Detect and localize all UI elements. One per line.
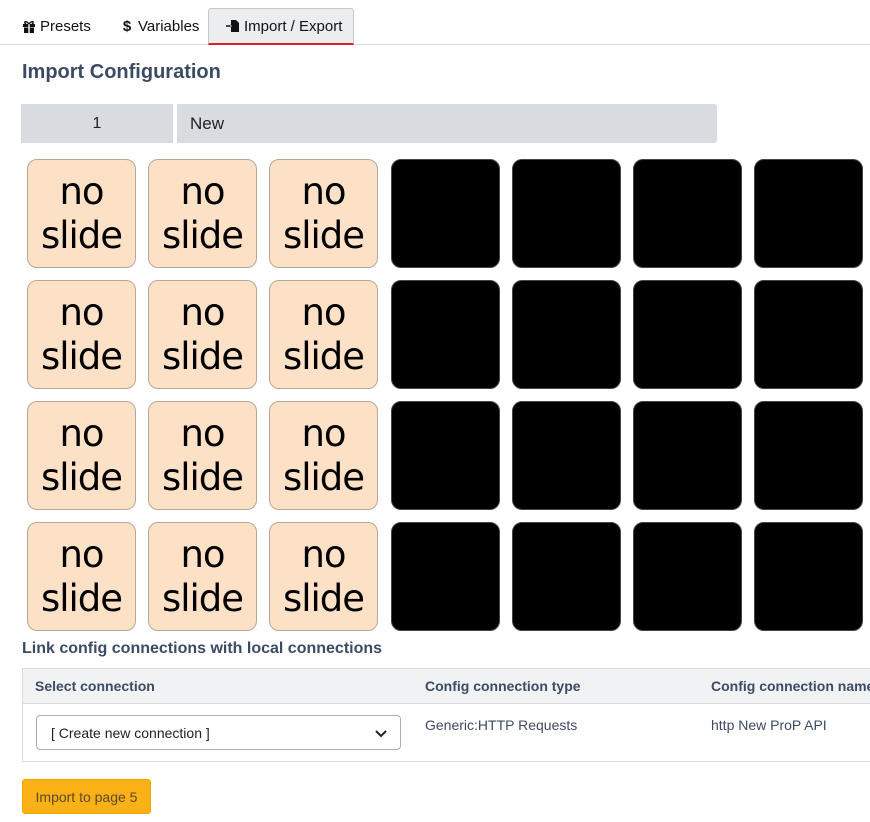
tab-presets[interactable]: Presets bbox=[22, 8, 102, 45]
slide-text-line1: no bbox=[180, 290, 225, 334]
chevron-down-icon bbox=[374, 726, 388, 740]
tab-bar: Presets $ Variables Import / Export bbox=[0, 0, 870, 45]
grid-button-no-slide[interactable]: no slide bbox=[148, 159, 257, 268]
tab-variables[interactable]: $ Variables bbox=[120, 8, 200, 45]
slide-text-line1: no bbox=[301, 532, 346, 576]
grid-button-empty[interactable] bbox=[391, 159, 500, 268]
connections-title: Link config connections with local conne… bbox=[22, 640, 383, 657]
dollar-icon: $ bbox=[122, 18, 132, 35]
grid-button-empty[interactable] bbox=[633, 280, 742, 389]
grid-button-no-slide[interactable]: no slide bbox=[269, 522, 378, 631]
grid-button-no-slide[interactable]: no slide bbox=[148, 522, 257, 631]
slide-text-line1: no bbox=[301, 411, 346, 455]
slide-text-line1: no bbox=[180, 169, 225, 213]
grid-button-no-slide[interactable]: no slide bbox=[27, 522, 136, 631]
slide-text-line1: no bbox=[59, 532, 104, 576]
page-number: 1 bbox=[21, 104, 173, 143]
header-select-connection: Select connection bbox=[35, 678, 155, 694]
grid-button-empty[interactable] bbox=[754, 159, 863, 268]
table-header: Select connection Config connection type… bbox=[23, 669, 870, 704]
slide-text-line1: no bbox=[59, 411, 104, 455]
page-name: New bbox=[177, 104, 717, 143]
grid-button-empty[interactable] bbox=[391, 280, 500, 389]
tab-import-export-label: Import / Export bbox=[244, 17, 343, 35]
slide-text-line2: slide bbox=[40, 334, 123, 378]
grid-button-no-slide[interactable]: no slide bbox=[269, 401, 378, 510]
slide-text-line2: slide bbox=[282, 213, 365, 257]
config-connection-name: http New ProP API bbox=[711, 717, 827, 733]
grid-button-empty[interactable] bbox=[512, 401, 621, 510]
import-button[interactable]: Import to page 5 bbox=[22, 779, 151, 814]
grid-button-no-slide[interactable]: no slide bbox=[148, 401, 257, 510]
slide-text-line2: slide bbox=[161, 455, 244, 499]
slide-text-line2: slide bbox=[161, 576, 244, 620]
slide-text-line1: no bbox=[59, 169, 104, 213]
import-icon bbox=[226, 19, 240, 33]
grid-button-empty[interactable] bbox=[633, 159, 742, 268]
grid-button-no-slide[interactable]: no slide bbox=[148, 280, 257, 389]
grid-button-empty[interactable] bbox=[754, 280, 863, 389]
slide-text-line1: no bbox=[301, 169, 346, 213]
grid-button-empty[interactable] bbox=[633, 522, 742, 631]
page-title: Import Configuration bbox=[22, 61, 221, 83]
connection-select[interactable]: [ Create new connection ] bbox=[36, 715, 401, 750]
tab-presets-label: Presets bbox=[40, 18, 91, 35]
slide-text-line2: slide bbox=[161, 334, 244, 378]
grid-button-empty[interactable] bbox=[754, 522, 863, 631]
tab-variables-label: Variables bbox=[138, 18, 200, 35]
slide-text-line2: slide bbox=[161, 213, 244, 257]
grid-button-no-slide[interactable]: no slide bbox=[27, 401, 136, 510]
grid-button-empty[interactable] bbox=[633, 401, 742, 510]
grid-button-empty[interactable] bbox=[512, 522, 621, 631]
grid-button-empty[interactable] bbox=[754, 401, 863, 510]
grid-button-empty[interactable] bbox=[512, 159, 621, 268]
connection-select-value: [ Create new connection ] bbox=[51, 724, 210, 741]
slide-text-line1: no bbox=[59, 290, 104, 334]
config-connection-type: Generic:HTTP Requests bbox=[425, 717, 578, 733]
gift-icon bbox=[22, 20, 36, 34]
slide-text-line2: slide bbox=[40, 455, 123, 499]
slide-text-line1: no bbox=[301, 290, 346, 334]
grid-button-no-slide[interactable]: no slide bbox=[27, 159, 136, 268]
connections-table: Select connection Config connection type… bbox=[22, 668, 870, 762]
grid-button-no-slide[interactable]: no slide bbox=[27, 280, 136, 389]
grid-button-empty[interactable] bbox=[391, 401, 500, 510]
header-config-type: Config connection type bbox=[425, 678, 581, 694]
slide-text-line1: no bbox=[180, 411, 225, 455]
grid-button-no-slide[interactable]: no slide bbox=[269, 159, 378, 268]
tab-import-export[interactable]: Import / Export bbox=[208, 8, 354, 45]
slide-text-line2: slide bbox=[282, 576, 365, 620]
header-config-name: Config connection name bbox=[711, 678, 870, 694]
slide-text-line1: no bbox=[180, 532, 225, 576]
slide-text-line2: slide bbox=[40, 213, 123, 257]
slide-text-line2: slide bbox=[282, 455, 365, 499]
grid-button-no-slide[interactable]: no slide bbox=[269, 280, 378, 389]
slide-text-line2: slide bbox=[282, 334, 365, 378]
grid-button-empty[interactable] bbox=[512, 280, 621, 389]
grid-button-empty[interactable] bbox=[391, 522, 500, 631]
slide-text-line2: slide bbox=[40, 576, 123, 620]
